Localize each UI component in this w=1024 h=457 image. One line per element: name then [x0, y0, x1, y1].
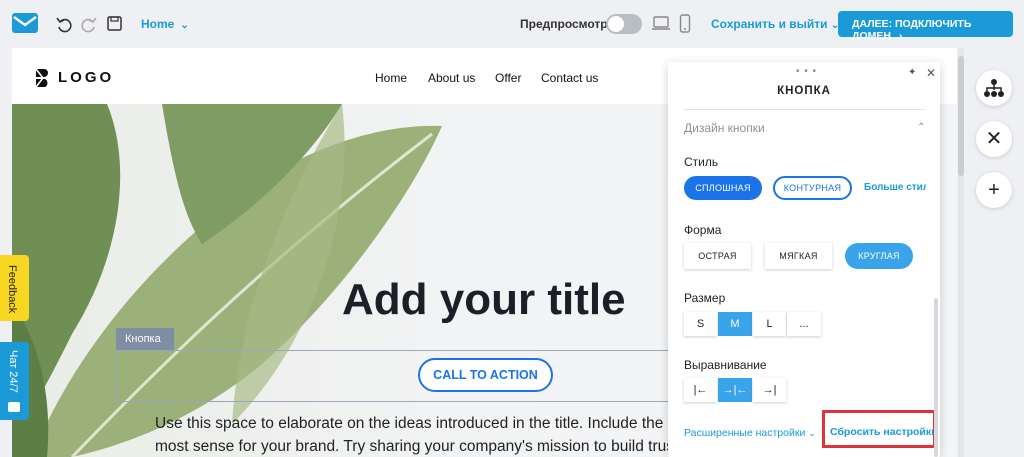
hero-body-line: Use this space to elaborate on the ideas… [155, 415, 711, 432]
align-center-button[interactable]: →|← [718, 378, 752, 402]
align-right-button[interactable]: →| [753, 378, 786, 402]
hero-body-text[interactable]: Use this space to elaborate on the ideas… [155, 412, 715, 457]
chevron-right-icon: › [898, 30, 903, 42]
more-styles-link[interactable]: Больше стилей [864, 182, 926, 193]
close-editor-button[interactable]: ✕ [976, 121, 1012, 157]
feedback-label: Feedback [6, 265, 18, 314]
next-connect-domain-button[interactable]: ДАЛЕЕ: ПОДКЛЮЧИТЬ ДОМЕН › [838, 11, 1013, 42]
nav-about-us[interactable]: About us [428, 71, 475, 85]
advanced-settings-link[interactable]: Расширенные настройки ⌄ [684, 427, 816, 439]
preview-label: Предпросмотр [520, 17, 608, 31]
align-left-button[interactable]: |← [684, 378, 717, 402]
reset-settings-link[interactable]: Сбросить настройки [830, 426, 938, 438]
size-m-button[interactable]: M [718, 312, 752, 336]
size-l-button[interactable]: L [753, 312, 786, 336]
nav-contact-us[interactable]: Contact us [541, 71, 598, 85]
chat-label: Чат 24/7 [7, 350, 19, 393]
site-logo-text: LOGO [58, 68, 115, 86]
chat-bubble-icon [8, 402, 20, 412]
envelope-logo-icon[interactable] [12, 13, 38, 33]
panel-scrollbar[interactable] [934, 298, 938, 457]
mobile-icon[interactable] [679, 14, 691, 34]
redo-icon[interactable] [80, 15, 98, 33]
shape-round-button[interactable]: КРУГЛАЯ [845, 243, 913, 269]
panel-title: КНОПКА [777, 85, 831, 97]
chat-tab[interactable]: Чат 24/7 [0, 342, 29, 420]
hero-body-line: most sense for your brand. Try sharing y… [155, 438, 716, 455]
shape-sharp-button[interactable]: ОСТРАЯ [684, 243, 751, 269]
pin-icon[interactable]: ✦ [908, 67, 916, 78]
feedback-tab[interactable]: Feedback [0, 255, 29, 321]
selection-outline[interactable] [116, 350, 676, 402]
save-exit-label: Сохранить и выйти [711, 17, 828, 31]
site-logo[interactable]: LOGO [34, 68, 114, 88]
logo-mark-icon [35, 68, 48, 88]
add-element-button[interactable]: + [976, 172, 1012, 208]
selected-element-tag: Кнопка [116, 328, 174, 350]
size-s-button[interactable]: S [684, 312, 717, 336]
chevron-up-icon[interactable]: ⌃ [917, 122, 925, 133]
preview-toggle[interactable] [606, 14, 642, 34]
section-button-design[interactable]: Дизайн кнопки [684, 121, 765, 135]
shape-soft-button[interactable]: МЯГКАЯ [765, 243, 832, 269]
chevron-down-icon: ⌄ [180, 20, 189, 31]
save-exit-button[interactable]: Сохранить и выйти ⌄ [711, 17, 839, 31]
call-to-action-button[interactable]: CALL TO ACTION [418, 358, 553, 392]
sitemap-button[interactable] [976, 70, 1012, 106]
close-icon: ✕ [985, 128, 1003, 150]
advanced-settings-label: Расширенные настройки [684, 427, 806, 439]
desktop-icon[interactable] [651, 14, 671, 32]
page-select-label: Home [141, 17, 175, 31]
close-icon[interactable]: ✕ [926, 66, 936, 80]
plus-icon: + [988, 179, 1000, 201]
size-more-button[interactable]: ... [787, 312, 821, 336]
page-select[interactable]: Home ⌄ [141, 17, 189, 31]
next-button-label: ДАЛЕЕ: ПОДКЛЮЧИТЬ ДОМЕН [852, 18, 972, 42]
size-label: Размер [684, 291, 726, 305]
hero-title[interactable]: Add your title [342, 275, 626, 325]
style-outline-button[interactable]: КОНТУРНАЯ [773, 176, 852, 200]
nav-home[interactable]: Home [375, 71, 407, 85]
style-solid-button[interactable]: СПЛОШНАЯ [684, 176, 762, 200]
sitemap-icon [984, 79, 1004, 97]
drag-handle-icon[interactable]: • • • [796, 66, 817, 77]
alignment-label: Выравнивание [684, 358, 767, 372]
save-icon[interactable] [106, 15, 124, 33]
button-settings-panel: • • • ✦ ✕ КНОПКА Дизайн кнопки ⌃ Стиль С… [668, 62, 940, 457]
shape-label: Форма [684, 223, 722, 237]
divider [684, 109, 926, 110]
style-label: Стиль [684, 155, 719, 169]
nav-offer[interactable]: Offer [495, 71, 521, 85]
undo-icon[interactable] [55, 15, 73, 33]
toggle-knob [608, 16, 624, 32]
top-toolbar: Home ⌄ Предпросмотр Сохранить и выйти ⌄ Д… [0, 0, 1024, 48]
canvas-scroll-thumb[interactable] [958, 56, 964, 176]
chevron-down-icon: ⌄ [808, 428, 816, 438]
